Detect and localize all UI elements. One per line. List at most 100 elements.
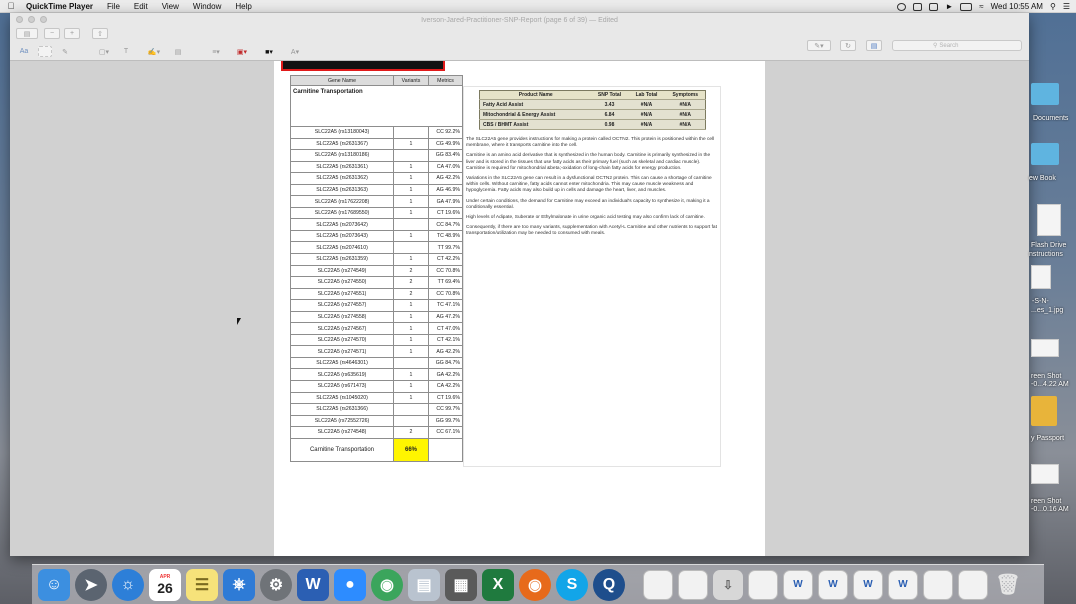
metrics-cell: AG 47.2% [428,310,463,324]
dock-minimized-window-icon[interactable] [958,569,988,600]
dock-doc-2-icon[interactable] [678,569,708,600]
close-button[interactable] [16,16,23,23]
jpg-file-icon[interactable] [1031,265,1051,289]
dock-doc-3-icon[interactable] [748,569,778,600]
desktop-label-book[interactable]: ew Book [1029,175,1056,182]
firefox-icon[interactable]: ◉ [519,568,551,601]
table-row: SLC22A5 (rs274557) 1 TC 47.1% [290,299,463,312]
fill-color-button[interactable]: ■▾ [259,46,279,57]
select-tool-button[interactable]: ​ [38,46,52,57]
screenshot-2-icon[interactable] [1031,464,1059,484]
safari-icon[interactable]: ☼ [112,568,144,601]
menu-view[interactable]: View [155,2,186,11]
product-header-snp: SNP Total [591,90,628,100]
variants-cell: 1 [393,229,429,243]
note-tool-button[interactable]: ▤ [172,46,184,57]
share-button[interactable]: ⇧ [92,28,108,39]
toolbox-button[interactable]: ▤ [866,40,882,51]
sidebar-toggle-button[interactable]: ▤ [16,28,38,39]
desktop-label-flash-drive[interactable]: Flash Drive [1031,242,1066,249]
search-input[interactable]: ⚲ Search [892,40,1022,51]
dock-word-doc-1-icon[interactable]: W [783,569,813,600]
menu-help[interactable]: Help [228,2,258,11]
line-style-button[interactable]: ≡▾ [206,46,226,57]
sync-icon[interactable] [913,2,923,11]
desktop-label-jpg[interactable]: ...es_1.jpg [1031,307,1063,314]
clock[interactable]: Wed 10:55 AM [991,2,1043,11]
dock-word-doc-3-icon[interactable]: W [853,569,883,600]
excel-icon[interactable]: X [482,568,514,601]
menu-file[interactable]: File [100,2,127,11]
trash-icon[interactable]: 🗑 [993,570,1023,600]
metrics-cell: CG 49.9% [428,137,463,151]
zoom-button[interactable] [40,16,47,23]
desktop-label-screenshot-2[interactable]: reen Shot [1031,498,1061,505]
dock-doc-1-icon[interactable] [643,569,673,600]
wifi-icon[interactable]: ≈ [979,2,983,11]
zoom-out-button[interactable]: − [44,28,60,39]
preview-icon[interactable]: ▤ [408,568,440,601]
finder-icon[interactable]: ☺ [38,568,70,601]
apple-menu-icon[interactable]:  [0,1,22,11]
desktop-label-passport[interactable]: y Passport [1031,435,1064,442]
text-tool-button[interactable]: T [120,46,132,57]
lab-total-cell: #N/A [627,99,666,110]
screenshot-1-icon[interactable] [1031,339,1059,357]
desktop-label-snp-file[interactable]: -S-N- [1032,298,1049,305]
metrics-cell: TC 47.1% [428,299,463,312]
menu-window[interactable]: Window [186,2,228,11]
product-header-name: Product Name [479,90,592,100]
flash-drive-doc-icon[interactable] [1037,204,1061,236]
quicktime-icon[interactable]: Q [593,568,625,601]
desktop-label-screenshot-1-time[interactable]: -0...4.22 AM [1031,381,1069,388]
keynote-icon[interactable]: ⎈ [223,568,255,601]
notes-icon[interactable]: ☰ [186,568,218,601]
table-row: SLC22A5 (rs13180043) CC 92.2% [290,126,463,139]
desktop-label-screenshot-2-time[interactable]: -0...0.16 AM [1031,506,1069,513]
documents-folder-icon[interactable] [1031,83,1059,105]
shapes-tool-button[interactable]: ▢▾ [94,46,114,57]
zoom-icon[interactable]: ● [334,568,366,601]
dock-screenshot-icon[interactable] [923,569,953,600]
network-globe-icon[interactable]: ◉ [371,568,403,601]
dock-download-icon[interactable]: ⇩ [713,569,743,600]
word-icon[interactable]: W [297,568,329,601]
document-viewport[interactable]: Gene Name Variants Metrics Carnitine Tra… [10,61,1029,556]
passport-drive-icon[interactable] [1031,396,1057,426]
display-icon[interactable] [929,2,939,11]
markup-toggle-button[interactable]: ✎▾ [807,40,831,51]
menu-edit[interactable]: Edit [127,2,155,11]
table-row: SLC22A5 (rs2631359) 1 CT 42.2% [290,253,463,266]
menu-app-name[interactable]: QuickTime Player [22,2,100,11]
variants-cell [393,403,429,416]
minimize-button[interactable] [28,16,35,23]
dock-word-doc-2-icon[interactable]: W [818,569,848,600]
dock-word-doc-4-icon[interactable]: W [888,569,918,600]
volume-icon[interactable]: ► [945,2,953,11]
desktop-label-documents[interactable]: Documents [1033,115,1068,122]
sign-tool-button[interactable]: ✍▾ [144,46,164,57]
variants-cell: 1 [393,345,429,358]
spotlight-search-icon[interactable]: ⚲ [1050,2,1056,11]
sketch-tool-button[interactable]: ✎ [58,46,72,57]
calendar-icon[interactable]: APR 26 [149,568,181,601]
book-folder-icon[interactable] [1031,143,1059,165]
desktop-label-screenshot-1[interactable]: reen Shot [1031,373,1061,380]
dock: ☺ ➤ ☼ APR 26 ☰ ⎈ ⚙ W ● ◉ ▤ ▦ X ◉ S Q ⇩ W… [32,564,1044,604]
launchpad-icon[interactable]: ➤ [75,568,107,601]
calculator-icon[interactable]: ▦ [445,568,477,601]
text-style-button[interactable]: Aa [16,46,32,57]
table-row: SLC22A5 (rs2073642) CC 84.7% [290,218,463,231]
system-preferences-icon[interactable]: ⚙ [260,568,292,601]
gene-name-cell: SLC22A5 (rs17622208) [290,195,394,208]
desktop-label-instructions[interactable]: nstructions [1029,251,1063,258]
rotate-button[interactable]: ↻ [840,40,856,51]
battery-icon[interactable] [960,2,973,11]
skype-icon[interactable]: S [556,568,588,601]
table-row: SLC22A5 (rs4646301) GG 84.7% [290,356,463,370]
font-button[interactable]: A▾ [286,46,304,57]
record-status-icon[interactable] [897,2,907,11]
zoom-in-button[interactable]: + [64,28,80,39]
notification-center-icon[interactable]: ☰ [1063,2,1070,11]
border-color-button[interactable]: ▣▾ [232,46,252,57]
